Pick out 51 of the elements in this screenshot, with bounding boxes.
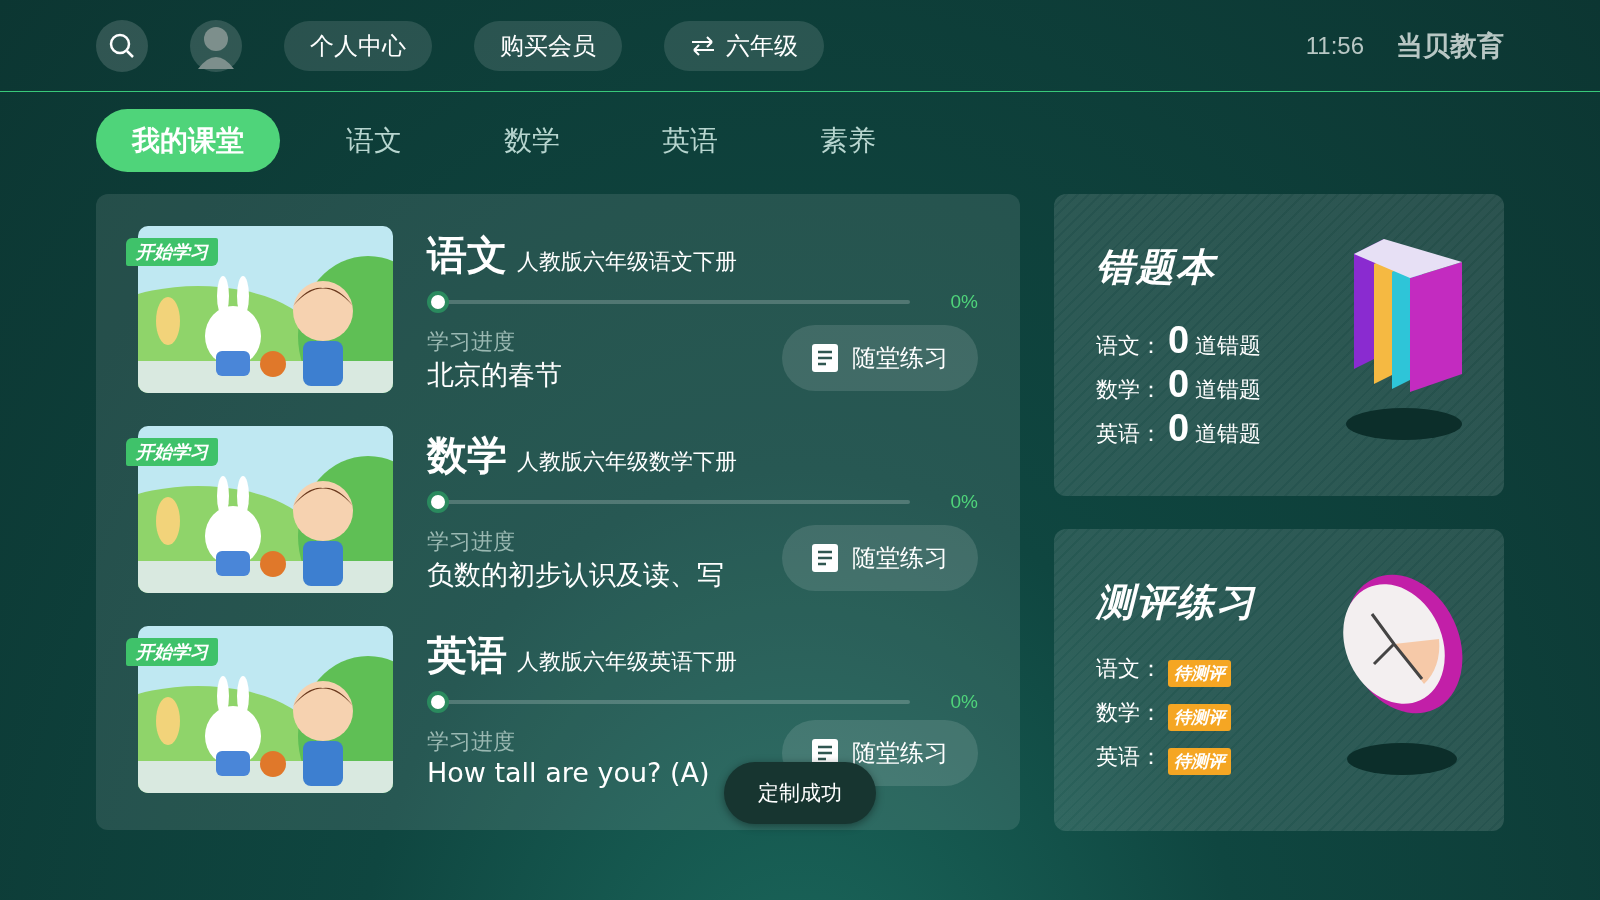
brand-logo: 当贝教育 bbox=[1396, 28, 1504, 63]
status-tag: 待测评 bbox=[1168, 703, 1231, 731]
subject-label: 数学： bbox=[1096, 699, 1162, 727]
subject-label: 数学： bbox=[1096, 376, 1162, 404]
search-icon bbox=[109, 32, 135, 59]
subject-title: 数学 bbox=[427, 431, 507, 480]
progress-percent: 0% bbox=[950, 491, 978, 513]
progress-label: 学习进度 bbox=[427, 528, 516, 556]
lesson-title: How tall are you? (A) bbox=[427, 757, 710, 788]
progress-label: 学习进度 bbox=[427, 328, 516, 356]
subject-title: 英语 bbox=[427, 631, 507, 680]
count-unit: 道错题 bbox=[1195, 420, 1262, 448]
textbook-name: 人教版六年级数学下册 bbox=[517, 448, 737, 476]
practice-button[interactable]: 随堂练习 bbox=[782, 525, 978, 591]
count-unit: 道错题 bbox=[1195, 332, 1262, 360]
progress-label: 学习进度 bbox=[427, 728, 516, 756]
document-icon bbox=[812, 344, 838, 372]
status-tag: 待测评 bbox=[1168, 747, 1231, 775]
lesson-title: 负数的初步认识及读、写 bbox=[427, 558, 724, 592]
count-unit: 道错题 bbox=[1195, 376, 1262, 404]
practice-button[interactable]: 随堂练习 bbox=[782, 325, 978, 391]
lesson-title: 北京的春节 bbox=[427, 358, 562, 392]
subject-label: 语文： bbox=[1096, 655, 1162, 683]
header-button[interactable]: 个人中心 bbox=[284, 20, 432, 71]
textbook-name: 人教版六年级语文下册 bbox=[517, 248, 737, 276]
clock-time: 11:56 bbox=[1305, 31, 1364, 60]
document-icon bbox=[812, 544, 838, 572]
subject-tab[interactable]: 语文 bbox=[310, 109, 438, 172]
search-button[interactable] bbox=[96, 19, 148, 72]
progress-percent: 0% bbox=[950, 691, 978, 713]
mistake-book-card[interactable]: 错题本 语文：0 道错题 数学：0 道错题 英语：0 道错题 bbox=[1054, 194, 1504, 496]
card-title: 错题本 bbox=[1096, 244, 1219, 291]
subject-title: 语文 bbox=[427, 231, 507, 280]
progress-percent: 0% bbox=[950, 291, 978, 313]
subject-tab[interactable]: 素养 bbox=[784, 109, 912, 172]
card-title: 测评练习 bbox=[1096, 579, 1257, 626]
header-button[interactable]: 购买会员 bbox=[474, 20, 622, 71]
status-tag: 待测评 bbox=[1168, 659, 1231, 687]
avatar-button[interactable] bbox=[190, 19, 242, 72]
mistake-count: 0 bbox=[1168, 363, 1190, 406]
textbook-name: 人教版六年级英语下册 bbox=[517, 648, 737, 676]
swap-icon bbox=[690, 34, 716, 57]
subject-label: 英语： bbox=[1096, 420, 1162, 448]
subject-label: 英语： bbox=[1096, 743, 1162, 771]
subject-label: 语文： bbox=[1096, 332, 1162, 360]
grade-switch-button[interactable]: 六年级 bbox=[664, 20, 824, 71]
assessment-card[interactable]: 测评练习 语文： 待测评 数学： 待测评 英语： 待测评 bbox=[1054, 529, 1504, 831]
subject-tab[interactable]: 英语 bbox=[626, 109, 754, 172]
mistake-count: 0 bbox=[1168, 319, 1190, 362]
subject-tab[interactable]: 数学 bbox=[468, 109, 596, 172]
mistake-count: 0 bbox=[1168, 407, 1190, 450]
